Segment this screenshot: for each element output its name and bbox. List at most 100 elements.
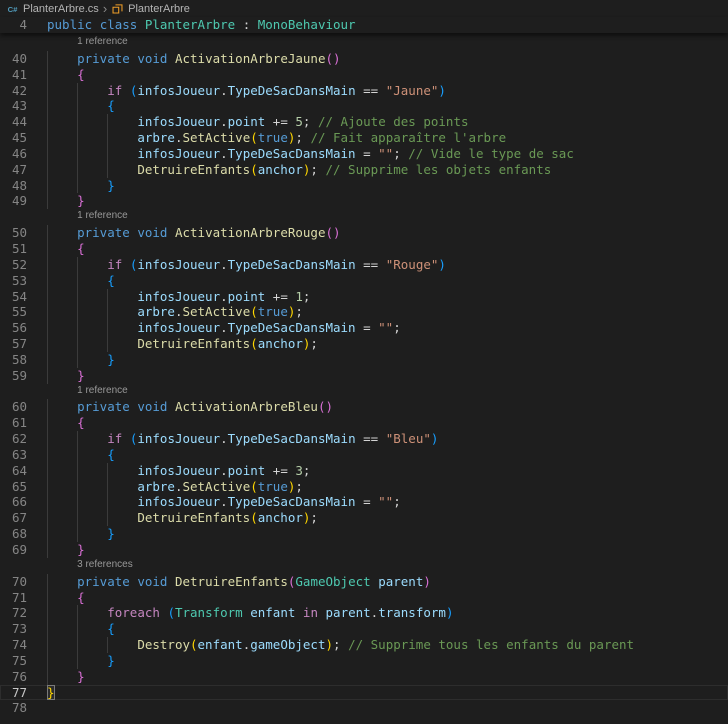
line-number[interactable]: 72	[0, 605, 27, 621]
indent-guide	[107, 320, 108, 336]
code-line[interactable]: private void ActivationArbreRouge()	[47, 225, 728, 241]
codelens-reference-link[interactable]: 1 reference	[47, 209, 728, 225]
line-number[interactable]: 47	[0, 162, 27, 178]
code-line[interactable]: DetruireEnfants(anchor);	[47, 336, 728, 352]
line-number[interactable]: 59	[0, 368, 27, 384]
line-number[interactable]: 73	[0, 621, 27, 637]
code-token: 1	[295, 289, 303, 304]
code-line[interactable]: foreach (Transform enfant in parent.tran…	[47, 605, 728, 621]
line-number[interactable]: 70	[0, 574, 27, 590]
code-line[interactable]: }	[47, 526, 728, 542]
line-number[interactable]: 61	[0, 415, 27, 431]
sticky-scroll-line[interactable]: 4 public class PlanterArbre : MonoBehavi…	[0, 17, 728, 33]
codelens-reference-link[interactable]: 1 reference	[47, 384, 728, 400]
line-number[interactable]: 42	[0, 83, 27, 99]
code-line[interactable]: {	[47, 98, 728, 114]
code-line[interactable]: infosJoueur.point += 1;	[47, 289, 728, 305]
code-line[interactable]: {	[47, 415, 728, 431]
line-number[interactable]: 56	[0, 320, 27, 336]
code-line[interactable]: if (infosJoueur.TypeDeSacDansMain == "Bl…	[47, 431, 728, 447]
code-line[interactable]: infosJoueur.point += 3;	[47, 463, 728, 479]
code-line[interactable]: private void ActivationArbreBleu()	[47, 399, 728, 415]
line-number[interactable]: 65	[0, 479, 27, 495]
code-line[interactable]: if (infosJoueur.TypeDeSacDansMain == "Ro…	[47, 257, 728, 273]
code-line[interactable]: {	[47, 621, 728, 637]
line-number[interactable]: 45	[0, 130, 27, 146]
line-number[interactable]: 46	[0, 146, 27, 162]
breadcrumb-file[interactable]: C# PlanterArbre.cs	[6, 2, 99, 15]
code-line[interactable]: infosJoueur.TypeDeSacDansMain = "";	[47, 320, 728, 336]
code-line[interactable]: infosJoueur.TypeDeSacDansMain = ""; // V…	[47, 146, 728, 162]
code-line[interactable]: }	[47, 368, 728, 384]
line-number[interactable]: 76	[0, 669, 27, 685]
line-number[interactable]: 74	[0, 637, 27, 653]
line-number[interactable]: 55	[0, 304, 27, 320]
line-number[interactable]: 57	[0, 336, 27, 352]
line-number[interactable]: 71	[0, 590, 27, 606]
line-number[interactable]: 68	[0, 526, 27, 542]
code-token: ;	[303, 289, 311, 304]
line-number[interactable]: 43	[0, 98, 27, 114]
code-line[interactable]: DetruireEnfants(anchor); // Supprime les…	[47, 162, 728, 178]
sticky-code-line[interactable]: public class PlanterArbre : MonoBehaviou…	[47, 17, 728, 33]
indent-guide	[77, 621, 78, 637]
code-token: ==	[356, 431, 386, 446]
codelens-reference-link[interactable]: 1 reference	[47, 35, 728, 51]
code-row: 58 }	[0, 352, 728, 368]
code-line[interactable]: }	[47, 352, 728, 368]
code-line[interactable]: {	[47, 67, 728, 83]
code-line[interactable]: arbre.SetActive(true); // Fait apparaîtr…	[47, 130, 728, 146]
code-token: if	[107, 431, 122, 446]
line-number[interactable]: 78	[0, 700, 27, 716]
code-row: 57 DetruireEnfants(anchor);	[0, 336, 728, 352]
code-line[interactable]	[47, 700, 728, 716]
line-number[interactable]: 69	[0, 542, 27, 558]
line-number[interactable]: 51	[0, 241, 27, 257]
line-number[interactable]: 44	[0, 114, 27, 130]
code-line[interactable]: }	[47, 193, 728, 209]
line-number[interactable]: 53	[0, 273, 27, 289]
breadcrumb-file-label: PlanterArbre.cs	[23, 3, 99, 15]
code-line[interactable]: }	[47, 542, 728, 558]
code-line[interactable]: }	[47, 685, 728, 701]
indent-guide	[47, 178, 48, 194]
code-row: 73 {	[0, 621, 728, 637]
code-line[interactable]: }	[47, 669, 728, 685]
line-number[interactable]: 67	[0, 510, 27, 526]
line-number[interactable]: 54	[0, 289, 27, 305]
line-number[interactable]: 52	[0, 257, 27, 273]
code-line[interactable]: arbre.SetActive(true);	[47, 304, 728, 320]
code-line[interactable]: if (infosJoueur.TypeDeSacDansMain == "Ja…	[47, 83, 728, 99]
line-number[interactable]: 66	[0, 494, 27, 510]
code-line[interactable]: {	[47, 447, 728, 463]
line-number[interactable]: 62	[0, 431, 27, 447]
code-line[interactable]: DetruireEnfants(anchor);	[47, 510, 728, 526]
indent-guide	[47, 304, 48, 320]
code-line[interactable]: {	[47, 273, 728, 289]
code-line[interactable]: Destroy(enfant.gameObject); // Supprime …	[47, 637, 728, 653]
code-line[interactable]: arbre.SetActive(true);	[47, 479, 728, 495]
code-line[interactable]: {	[47, 241, 728, 257]
code-line[interactable]: }	[47, 178, 728, 194]
line-number[interactable]: 40	[0, 51, 27, 67]
line-number[interactable]: 41	[0, 67, 27, 83]
code-line[interactable]: private void DetruireEnfants(GameObject …	[47, 574, 728, 590]
line-number[interactable]: 60	[0, 399, 27, 415]
line-number[interactable]: 64	[0, 463, 27, 479]
breadcrumb-symbol[interactable]: PlanterArbre	[111, 2, 190, 15]
code-line[interactable]: {	[47, 590, 728, 606]
line-number[interactable]: 58	[0, 352, 27, 368]
line-number[interactable]: 50	[0, 225, 27, 241]
line-number[interactable]: 75	[0, 653, 27, 669]
line-number[interactable]: 48	[0, 178, 27, 194]
indent-guide	[47, 114, 48, 130]
indent-guide	[47, 83, 48, 99]
codelens-reference-link[interactable]: 3 references	[47, 558, 728, 574]
code-line[interactable]: }	[47, 653, 728, 669]
line-number[interactable]: 49	[0, 193, 27, 209]
code-line[interactable]: infosJoueur.point += 5; // Ajoute des po…	[47, 114, 728, 130]
line-number[interactable]: 77	[0, 685, 27, 701]
line-number[interactable]: 63	[0, 447, 27, 463]
code-line[interactable]: infosJoueur.TypeDeSacDansMain = "";	[47, 494, 728, 510]
code-line[interactable]: private void ActivationArbreJaune()	[47, 51, 728, 67]
